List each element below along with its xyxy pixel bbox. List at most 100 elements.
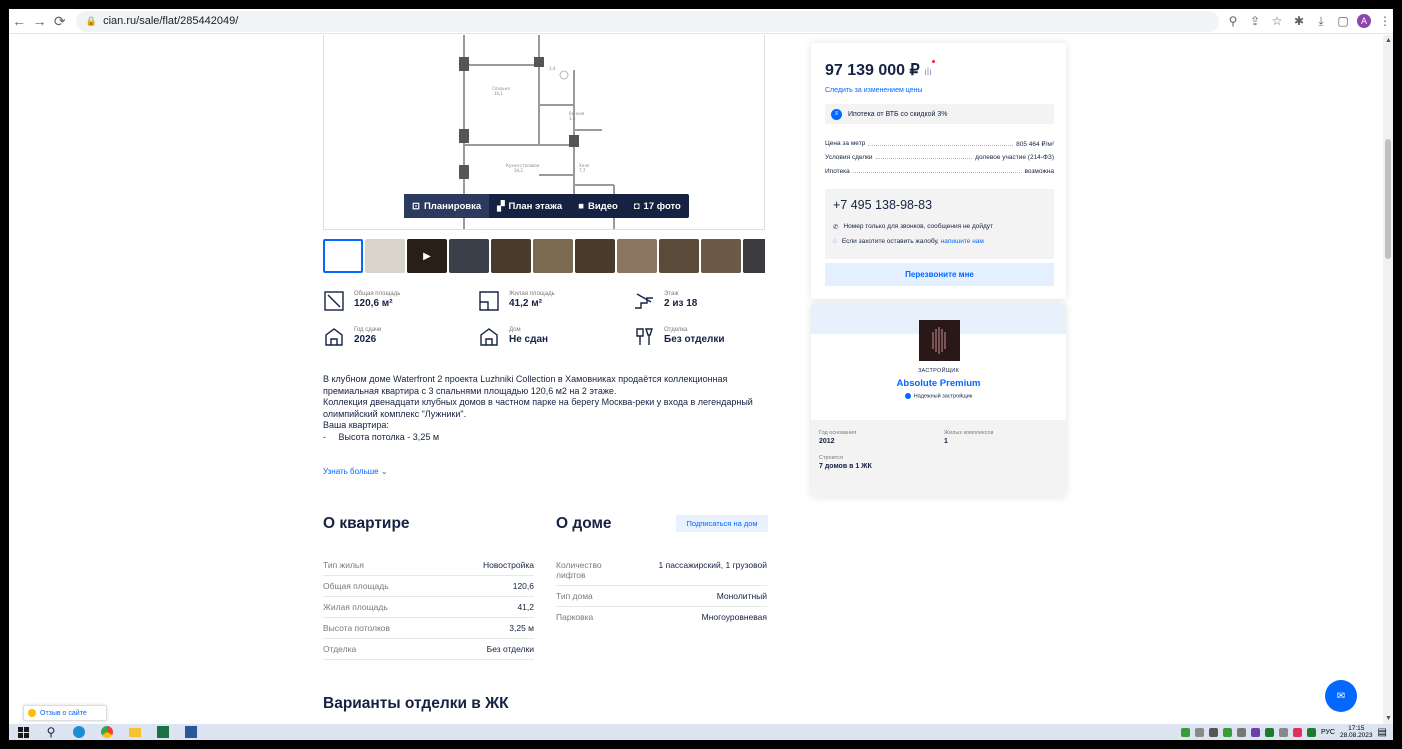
reload-icon[interactable]: ⟳ (50, 10, 70, 32)
tray-red-icon[interactable] (1292, 727, 1302, 737)
detail-key: Ипотека (825, 168, 850, 175)
developer-stats: Год основания 2012 Жилых комплексов 1 Стро… (811, 420, 1066, 497)
photo-thumbnail[interactable] (491, 239, 531, 273)
cloud-icon[interactable] (1236, 727, 1246, 737)
photo-thumbnail[interactable] (659, 239, 699, 273)
extensions-icon[interactable]: ✱ (1291, 13, 1307, 29)
row-value: Без отделки (486, 644, 534, 654)
zoom-icon[interactable]: ⚲ (1225, 13, 1241, 29)
page-scrollbar[interactable]: ▲ ▼ (1383, 35, 1393, 724)
price-detail-row: Ипотека возможна (825, 168, 1054, 175)
tab-photos[interactable]: ◘ 17 фото (626, 194, 689, 218)
sidebar-icon[interactable]: ▢ (1335, 13, 1351, 29)
fact-value: Без отделки (664, 334, 725, 345)
excel-icon[interactable] (149, 726, 177, 738)
tray-green-icon[interactable] (1264, 727, 1274, 737)
fact-label: Этаж (664, 291, 679, 297)
read-more-label: Узнать больше (323, 467, 379, 476)
location-icon[interactable] (1222, 727, 1232, 737)
pen-icon[interactable] (1250, 727, 1260, 737)
subscribe-house-button[interactable]: Подписаться на дом (676, 515, 768, 532)
write-us-link[interactable]: напишите нам (941, 238, 984, 245)
row-key: Высота потолков (323, 623, 391, 633)
profile-avatar[interactable]: A (1356, 14, 1371, 28)
volume-icon[interactable] (1208, 727, 1218, 737)
photo-thumbnail[interactable] (365, 239, 405, 273)
site-feedback-button[interactable]: Отзыв о сайте (23, 705, 107, 721)
tab-floorplan[interactable]: ⊡ Планировка (404, 194, 490, 218)
share-icon[interactable]: ⇪ (1247, 13, 1263, 29)
reliable-developer-badge: Надежный застройщик (811, 393, 1066, 399)
scrollbar-thumb[interactable] (1385, 139, 1391, 259)
address-bar[interactable]: 🔒 cian.ru/sale/flat/285442049/ (75, 10, 1219, 32)
house-section-title: О доме (556, 515, 612, 532)
tab-floor-plan[interactable]: ▞ План этажа (489, 194, 570, 218)
table-row: Высота потолков 3,25 м (323, 618, 534, 639)
read-more-link[interactable]: Узнать больше ⌄ (323, 467, 388, 476)
svg-text:3,4: 3,4 (549, 66, 556, 71)
wifi-icon[interactable] (1278, 727, 1288, 737)
dotted-leader (852, 168, 1022, 173)
bookmark-star-icon[interactable]: ☆ (1269, 13, 1285, 29)
description-line: Коллекция двенадцати клубных домов в час… (323, 397, 753, 407)
table-row: Тип жилья Новостройка (323, 555, 534, 576)
developer-logo[interactable] (919, 320, 960, 361)
tray-network-icon[interactable] (1194, 727, 1204, 737)
photo-thumbnail[interactable] (449, 239, 489, 273)
chrome-icon[interactable] (93, 726, 121, 738)
row-value: Многоуровневая (701, 612, 767, 622)
photo-thumbnail[interactable] (701, 239, 741, 273)
menu-kebab-icon[interactable]: ⋮ (1377, 13, 1393, 29)
description-line: Ваша квартира: (323, 420, 389, 430)
developer-name-link[interactable]: Absolute Premium (811, 378, 1066, 389)
description-line: премиальная квартира с 3 спальнями площа… (323, 385, 617, 396)
thumbnail-floorplan[interactable] (323, 239, 363, 273)
tab-video[interactable]: ■ Видео (570, 194, 626, 218)
description-line: В клубном доме Waterfront 2 проекта Luzh… (323, 374, 728, 384)
stat-building: Строится 7 домов в 1 ЖК (819, 455, 872, 470)
edge-icon[interactable] (65, 726, 93, 738)
clock[interactable]: 17:15 28.08.2023 (1340, 725, 1373, 739)
building-year-icon (325, 328, 343, 346)
file-explorer-icon[interactable] (121, 727, 149, 737)
search-icon[interactable]: ⚲ (37, 725, 65, 739)
svg-text:3,8: 3,8 (569, 116, 576, 121)
phone-number[interactable]: +7 495 138-98-83 (833, 198, 932, 212)
mortgage-promo[interactable]: ≡ Ипотека от ВТБ со скидкой 3% (825, 104, 1054, 124)
svg-text:34,2: 34,2 (514, 168, 523, 173)
callback-button[interactable]: Перезвоните мне (825, 263, 1054, 286)
tab-floorplan-label: Планировка (423, 200, 482, 212)
tray-app-icon[interactable] (1180, 727, 1190, 737)
tray-square-icon[interactable] (1306, 727, 1316, 737)
download-icon[interactable]: ⤓ (1313, 13, 1329, 29)
reliable-label: Надежный застройщик (913, 393, 973, 400)
description: В клубном доме Waterfront 2 проекта Luzh… (323, 374, 773, 443)
scroll-down-icon[interactable]: ▼ (1385, 715, 1392, 722)
chat-icon[interactable]: ✉ (1325, 680, 1357, 712)
fact-label: Общая площадь (354, 291, 401, 297)
windows-start-icon[interactable] (9, 726, 37, 738)
photo-thumbnail[interactable] (617, 239, 657, 273)
photo-thumbnail[interactable] (743, 239, 765, 273)
floorplan-icon: ⊡ (412, 200, 420, 212)
language-indicator[interactable]: РУС (1321, 729, 1335, 736)
description-line: - Высота потолка - 3,25 м (323, 431, 440, 442)
follow-price-link[interactable]: Следить за изменением цены (825, 87, 922, 94)
photo-thumbnail[interactable] (533, 239, 573, 273)
fact-floor: Этаж 2 из 18 (633, 290, 697, 312)
chevron-down-icon: ⌄ (380, 467, 388, 476)
back-icon[interactable]: ← (9, 10, 29, 32)
scroll-up-icon[interactable]: ▲ (1385, 37, 1392, 44)
row-value: 3,25 м (509, 623, 534, 633)
forward-icon[interactable]: → (29, 10, 49, 32)
notifications-icon[interactable]: ▤ (1378, 727, 1387, 738)
photo-thumbnail[interactable]: ▶ (407, 239, 447, 273)
vtb-icon: ≡ (831, 108, 842, 120)
photo-thumbnail[interactable] (575, 239, 615, 273)
row-key: Тип жилья (323, 560, 364, 570)
system-tray: РУС 17:15 28.08.2023 ▤ (1180, 724, 1393, 740)
word-icon[interactable] (177, 726, 205, 738)
phone-note-text: Номер только для звонков, сообщения не д… (843, 223, 994, 230)
stairs-icon (635, 293, 653, 309)
price-chart-icon[interactable]: ılı (924, 67, 932, 78)
